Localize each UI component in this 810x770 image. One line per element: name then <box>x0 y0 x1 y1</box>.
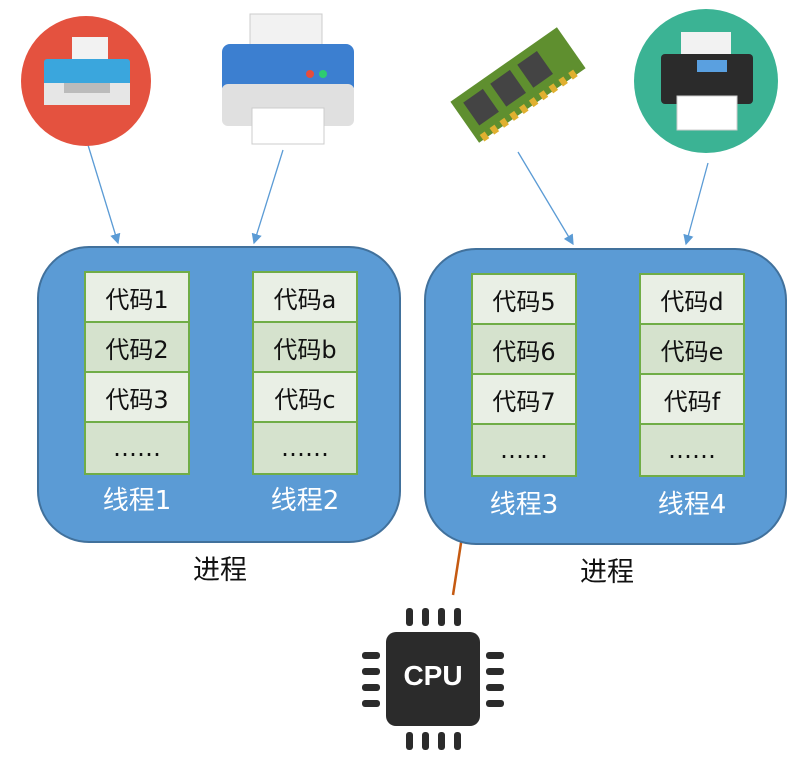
cpu-label: CPU <box>403 660 463 691</box>
code-cell: 代码3 <box>86 373 188 423</box>
code-cell: 代码7 <box>473 375 575 425</box>
thread-column: 代码1 代码2 代码3 …… <box>84 271 190 475</box>
arrow-device3 <box>517 151 574 246</box>
thread-label: 线程4 <box>657 490 727 520</box>
arrow-device2 <box>251 149 284 245</box>
thread-label: 线程1 <box>102 486 172 516</box>
code-cell: …… <box>641 425 743 475</box>
code-cell: 代码2 <box>86 323 188 373</box>
code-cell: 代码a <box>254 273 356 323</box>
arrow-device1 <box>87 144 121 245</box>
thread-label: 线程2 <box>270 486 340 516</box>
printer-icon <box>21 16 151 146</box>
code-cell: …… <box>86 423 188 473</box>
printer-icon <box>222 13 354 145</box>
process-label: 进程 <box>193 555 247 586</box>
memory-icon <box>450 27 586 143</box>
thread-column: 代码5 代码6 代码7 …… <box>471 273 577 477</box>
code-cell: 代码1 <box>86 273 188 323</box>
arrow-device4 <box>683 162 709 246</box>
thread-label: 线程3 <box>489 490 559 520</box>
cpu-icon: CPU <box>362 608 504 750</box>
thread-column: 代码a 代码b 代码c …… <box>252 271 358 475</box>
process-label: 进程 <box>580 557 634 588</box>
code-cell: 代码5 <box>473 275 575 325</box>
code-cell: 代码6 <box>473 325 575 375</box>
code-cell: 代码d <box>641 275 743 325</box>
code-cell: …… <box>254 423 356 473</box>
thread-column: 代码d 代码e 代码f …… <box>639 273 745 477</box>
printer-icon <box>634 9 778 153</box>
code-cell: 代码f <box>641 375 743 425</box>
code-cell: 代码c <box>254 373 356 423</box>
code-cell: 代码b <box>254 323 356 373</box>
code-cell: …… <box>473 425 575 475</box>
code-cell: 代码e <box>641 325 743 375</box>
